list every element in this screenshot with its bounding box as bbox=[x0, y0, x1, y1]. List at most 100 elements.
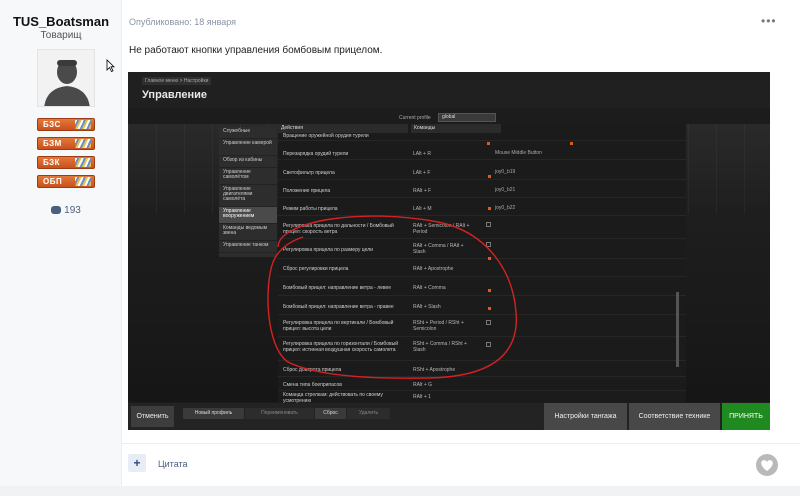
table-row: Сброс доворота прицела RSht + Apostrophe bbox=[278, 363, 686, 377]
post-footer bbox=[122, 443, 800, 486]
row-key: RAlt + G bbox=[413, 382, 433, 388]
badge-label: БЗК bbox=[43, 158, 61, 167]
table-row: Перезарядка орудий турели LAlt + R Mouse M… bbox=[278, 146, 686, 160]
badge-label: БЗМ bbox=[43, 139, 62, 148]
game-footer: Отменить Новый профиль Переименовать Сбр… bbox=[128, 403, 770, 430]
binding-marker-icon bbox=[570, 142, 573, 145]
binding-marker-icon bbox=[488, 207, 491, 210]
binding-marker-icon bbox=[488, 307, 491, 310]
ribbon-icon bbox=[75, 120, 91, 129]
category-item: Управление самолётом bbox=[219, 168, 277, 185]
table-row: Бомбовый прицел: направление ветра - лев… bbox=[278, 279, 686, 296]
cancel-button: Отменить bbox=[131, 406, 174, 427]
comment-icon bbox=[51, 206, 62, 214]
table-row: Вращение оружейной орудия турели bbox=[278, 133, 686, 141]
table-row: Сброс регулировки прицела RAlt + Apostrop… bbox=[278, 261, 686, 277]
checkbox bbox=[486, 320, 491, 325]
category-item: Команды ведомым звена bbox=[219, 224, 277, 241]
table-row: Команда стрелкам: действовать по своему … bbox=[278, 392, 686, 404]
row-action: Сброс доворота прицела bbox=[283, 367, 342, 373]
category-item-active: Управление вооружением bbox=[219, 207, 277, 224]
tech-match-button: Соответствие технике bbox=[628, 403, 720, 430]
like-button[interactable] bbox=[756, 454, 778, 476]
category-item: Служебные bbox=[219, 127, 277, 139]
binding-marker-icon bbox=[488, 257, 491, 260]
game-breadcrumb: Главное меню > Настройки bbox=[142, 77, 212, 85]
table-row: Регулировка прицела по размеру цели RAlt … bbox=[278, 241, 686, 259]
profile-actions: Новый профиль Переименовать Сброс Удалит… bbox=[183, 408, 391, 419]
row-key: RAlt + Semicolon / RAlt + Period bbox=[413, 223, 470, 235]
avatar-silhouette-icon bbox=[38, 50, 94, 106]
checkbox bbox=[486, 222, 491, 227]
game-screenshot[interactable]: Главное меню > Настройки Управление Curr… bbox=[128, 72, 770, 430]
row-action: Регулировка прицела по горизонтали / Бом… bbox=[283, 341, 399, 353]
row-action: Режим работы прицела bbox=[283, 206, 338, 212]
post-date[interactable]: Опубликовано: 18 января bbox=[129, 17, 236, 27]
row-key: RAlt + Comma / RAlt + Slash bbox=[413, 243, 464, 255]
table-row: Светофильтр прицела LAlt + F joy0_b19 bbox=[278, 164, 686, 180]
quote-button[interactable]: Цитата bbox=[158, 459, 188, 469]
category-list: Служебные Управление камерой Обзор из ка… bbox=[219, 127, 277, 257]
row-key: RAlt + Apostrophe bbox=[413, 266, 454, 272]
row-key: LAlt + F bbox=[413, 170, 431, 176]
row-action: Бомбовый прицел: направление ветра - лев… bbox=[283, 285, 392, 291]
row-extra: joy0_b22 bbox=[495, 205, 516, 211]
ribbon-icon bbox=[75, 139, 91, 148]
table-row: Бомбовый прицел: направление ветра - пра… bbox=[278, 298, 686, 315]
row-key: RSht + Period / RSht + Semicolon bbox=[413, 320, 464, 332]
table-row: Регулировка прицела по дальности / Бомбо… bbox=[278, 220, 686, 239]
reputation[interactable]: 193 bbox=[0, 205, 132, 216]
rename-button: Переименовать bbox=[245, 408, 315, 419]
scrollbar bbox=[676, 292, 679, 367]
page-divider bbox=[0, 486, 800, 496]
author-rank: Товарищ bbox=[40, 30, 82, 41]
controls-table: Действия Команды Вращение оружейной оруд… bbox=[278, 124, 686, 404]
new-profile-button: Новый профиль bbox=[183, 408, 245, 419]
game-title: Управление bbox=[142, 89, 208, 101]
row-key: RAlt + Comma bbox=[413, 285, 446, 291]
row-extra: Mouse Middle Button bbox=[495, 150, 542, 156]
ribbon-icon bbox=[75, 177, 91, 186]
table-row: Регулировка прицела по горизонтали / Бом… bbox=[278, 339, 686, 361]
accept-button: ПРИНЯТЬ bbox=[721, 403, 770, 430]
reputation-count: 193 bbox=[64, 205, 81, 216]
table-row: Смена типа боеприпасов RAlt + G bbox=[278, 379, 686, 391]
post-text: Не работают кнопки управления бомбовым п… bbox=[129, 45, 383, 56]
badge[interactable]: БЗК bbox=[37, 156, 95, 169]
row-action: Бомбовый прицел: направление ветра - пра… bbox=[283, 304, 394, 310]
badge-label: ОБП bbox=[43, 177, 63, 186]
table-row: Положение прицела RAlt + F joy0_b21 bbox=[278, 182, 686, 198]
column-keys: Команды bbox=[411, 124, 501, 133]
ribbon-icon bbox=[75, 158, 91, 167]
pitch-settings-button: Настройки тангажа bbox=[543, 403, 627, 430]
category-item: Управление камерой bbox=[219, 139, 277, 156]
badge-list: БЗС БЗМ БЗК ОБП bbox=[37, 118, 95, 194]
checkbox bbox=[486, 342, 491, 347]
avatar[interactable] bbox=[37, 49, 95, 107]
row-extra: joy0_b21 bbox=[495, 187, 516, 193]
delete-button: Удалить bbox=[347, 408, 391, 419]
author-panel: TUS_Boatsman Товарищ БЗС БЗМ БЗК ОБП 193 bbox=[0, 0, 122, 486]
profile-label: Current profile bbox=[399, 115, 431, 121]
row-key: LAlt + M bbox=[413, 206, 432, 212]
more-options-button[interactable]: ••• bbox=[761, 14, 777, 28]
badge-label: БЗС bbox=[43, 120, 61, 129]
category-item: Обзор из кабины bbox=[219, 156, 277, 168]
badge[interactable]: БЗС bbox=[37, 118, 95, 131]
row-action: Регулировка прицела по вертикали / Бомбо… bbox=[283, 320, 394, 332]
row-action: Регулировка прицела по размеру цели bbox=[283, 247, 373, 253]
reset-button: Сброс bbox=[315, 408, 347, 419]
forum-post: TUS_Boatsman Товарищ БЗС БЗМ БЗК ОБП 193… bbox=[0, 0, 800, 496]
row-key: RAlt + 1 bbox=[413, 394, 431, 400]
category-item: Управление двигателями самолёта bbox=[219, 185, 277, 207]
author-name[interactable]: TUS_Boatsman bbox=[0, 14, 122, 29]
row-key: RSht + Apostrophe bbox=[413, 367, 456, 373]
table-row: Регулировка прицела по вертикали / Бомбо… bbox=[278, 317, 686, 337]
badge[interactable]: БЗМ bbox=[37, 137, 95, 150]
binding-marker-icon bbox=[488, 175, 491, 178]
multiquote-add-button[interactable]: + bbox=[128, 454, 146, 472]
row-action: Сброс регулировки прицела bbox=[283, 266, 349, 272]
badge[interactable]: ОБП bbox=[37, 175, 95, 188]
profile-select: global bbox=[438, 113, 496, 122]
game-header: Главное меню > Настройки Управление bbox=[128, 72, 770, 108]
